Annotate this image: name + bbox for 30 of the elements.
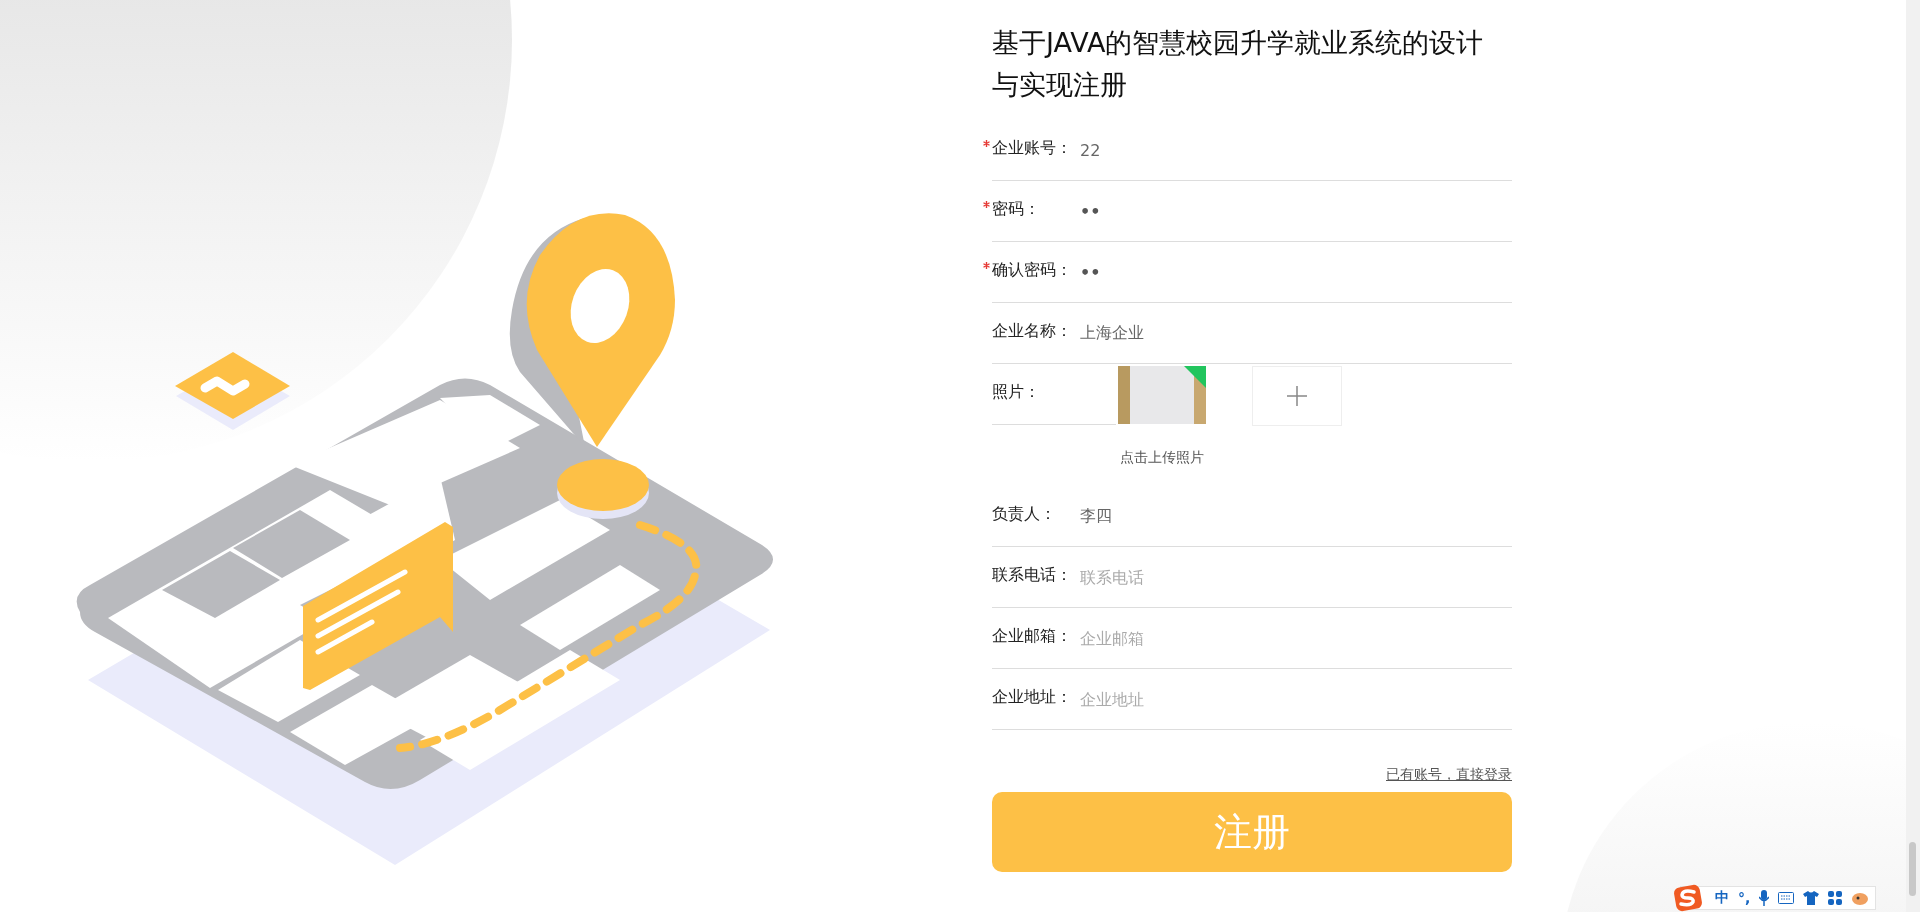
input-field[interactable]: 企业地址 bbox=[1080, 683, 1512, 715]
password-field[interactable]: •• bbox=[1080, 256, 1512, 288]
input-field[interactable]: 上海企业 bbox=[1080, 317, 1512, 349]
keyboard-icon[interactable] bbox=[1778, 892, 1795, 904]
ime-punctuation[interactable]: °, bbox=[1738, 890, 1751, 906]
field-label: 企业地址： bbox=[992, 687, 1072, 706]
upload-hint: 点击上传照片 bbox=[1119, 449, 1205, 467]
ime-mode[interactable]: 中 bbox=[1715, 889, 1729, 907]
page-title: 基于JAVA的智慧校园升学就业系统的设计与实现注册 bbox=[992, 26, 1485, 102]
field-label: 确认密码： bbox=[992, 260, 1072, 279]
input-field[interactable]: 李四 bbox=[1080, 500, 1512, 532]
scrollbar[interactable] bbox=[1906, 0, 1920, 912]
field-label: 企业账号： bbox=[992, 138, 1072, 157]
grid-icon[interactable] bbox=[1828, 891, 1843, 905]
plus-icon bbox=[1287, 386, 1307, 406]
input-field[interactable]: 企业邮箱 bbox=[1080, 622, 1512, 654]
field-label: 企业名称： bbox=[992, 321, 1072, 340]
field-label: 企业邮箱： bbox=[992, 626, 1072, 645]
field-label: 照片： bbox=[992, 382, 1040, 401]
ime-logo-icon[interactable] bbox=[1673, 884, 1703, 912]
shirt-icon[interactable] bbox=[1803, 891, 1820, 905]
login-link[interactable]: 已有账号，直接登录 bbox=[1386, 766, 1512, 784]
field-label: 密码： bbox=[992, 199, 1040, 218]
mascot-icon[interactable] bbox=[1851, 890, 1870, 906]
password-field[interactable]: •• bbox=[1080, 195, 1512, 227]
input-field[interactable]: 联系电话 bbox=[1080, 561, 1512, 593]
field-label: 负责人： bbox=[992, 504, 1056, 523]
microphone-icon[interactable] bbox=[1759, 890, 1770, 906]
input-field[interactable]: 22 bbox=[1080, 134, 1512, 166]
field-label: 联系电话： bbox=[992, 565, 1072, 584]
